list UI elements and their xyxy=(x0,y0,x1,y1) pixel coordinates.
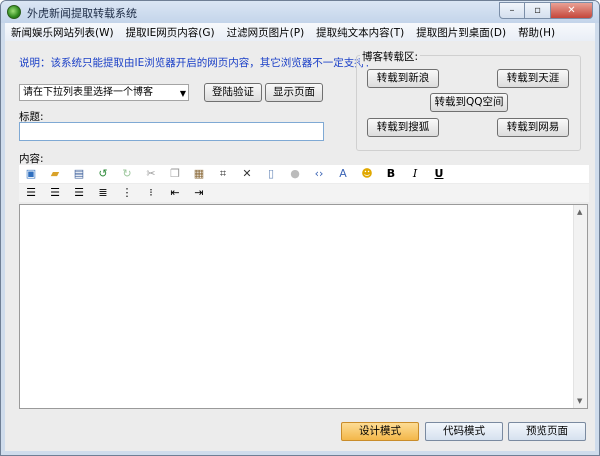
find-icon[interactable]: ▯ xyxy=(263,167,279,181)
menu-extract-text[interactable]: 提取纯文本内容(T) xyxy=(310,25,410,40)
maximize-button[interactable]: ▫ xyxy=(525,2,551,19)
reprint-qzone-button[interactable]: 转载到QQ空间 xyxy=(430,93,508,112)
html-tag-icon[interactable]: ‹› xyxy=(311,167,327,181)
cut-icon[interactable]: ✂ xyxy=(143,167,159,181)
notice-text: 说明：该系统只能提取由IE浏览器开启的网页内容，其它浏览器不一定支持！ xyxy=(19,57,376,69)
new-document-icon[interactable]: ▣ xyxy=(23,167,39,181)
select-all-icon[interactable]: ⌗ xyxy=(215,167,231,181)
copy-icon[interactable]: ❐ xyxy=(167,167,183,181)
save-icon[interactable]: ▤ xyxy=(71,167,87,181)
menu-filter-images[interactable]: 过滤网页图片(P) xyxy=(221,25,311,40)
numbered-list-icon[interactable]: ⋮ xyxy=(119,186,135,200)
reprint-group-title: 博客转载区: xyxy=(360,49,421,64)
menu-bar: 新闻娱乐网站列表(W) 提取IE网页内容(G) 过滤网页图片(P) 提取纯文本内… xyxy=(5,23,595,41)
reprint-sina-button[interactable]: 转载到新浪 xyxy=(367,69,439,88)
italic-button[interactable]: I xyxy=(407,167,423,181)
content-label: 内容: xyxy=(19,153,44,165)
blog-select-value: 请在下拉列表里选择一个博客 xyxy=(23,87,153,98)
emoticon-icon[interactable]: ☻ xyxy=(359,167,375,181)
design-mode-button[interactable]: 设计模式 xyxy=(341,422,419,441)
scroll-down-icon[interactable]: ▼ xyxy=(577,397,582,405)
menu-site-list[interactable]: 新闻娱乐网站列表(W) xyxy=(5,25,120,40)
image-icon[interactable]: ● xyxy=(287,167,303,181)
open-folder-icon[interactable]: ▰ xyxy=(47,167,63,181)
undo-icon[interactable]: ↺ xyxy=(95,167,111,181)
align-right-icon[interactable]: ☰ xyxy=(71,186,87,200)
delete-icon[interactable]: ✕ xyxy=(239,167,255,181)
menu-extract-ie[interactable]: 提取IE网页内容(G) xyxy=(120,25,221,40)
reprint-163-button[interactable]: 转载到网易 xyxy=(497,118,569,137)
indent-icon[interactable]: ⇥ xyxy=(191,186,207,200)
editor-toolbar-top: ▣ ▰ ▤ ↺ ↻ ✂ ❐ ▦ ⌗ ✕ ▯ ● ‹› A ☻ B I U xyxy=(19,165,589,183)
editor-toolbar-bottom: ☰ ☰ ☰ ≣ ⋮ ⁝ ⇤ ⇥ xyxy=(19,184,589,202)
show-page-button[interactable]: 显示页面 xyxy=(265,83,323,102)
underline-button[interactable]: U xyxy=(431,167,447,181)
reprint-sohu-button[interactable]: 转载到搜狐 xyxy=(367,118,439,137)
preview-page-button[interactable]: 预览页面 xyxy=(508,422,586,441)
align-left-icon[interactable]: ☰ xyxy=(23,186,39,200)
close-button[interactable]: ✕ xyxy=(551,2,593,19)
window-title: 外虎新闻提取转载系统 xyxy=(27,7,137,20)
bullet-list-icon[interactable]: ⁝ xyxy=(143,186,159,200)
globe-app-icon xyxy=(7,5,21,19)
title-input[interactable] xyxy=(19,122,324,141)
code-mode-button[interactable]: 代码模式 xyxy=(425,422,503,441)
font-icon[interactable]: A xyxy=(335,167,351,181)
blog-select[interactable]: 请在下拉列表里选择一个博客 ▼ xyxy=(19,84,189,101)
paste-icon[interactable]: ▦ xyxy=(191,167,207,181)
client-area: 说明：该系统只能提取由IE浏览器开启的网页内容，其它浏览器不一定支持！ 请在下拉… xyxy=(5,41,595,451)
title-bar[interactable]: 外虎新闻提取转载系统 – ▫ ✕ xyxy=(1,1,599,23)
login-verify-button[interactable]: 登陆验证 xyxy=(204,83,262,102)
scroll-up-icon[interactable]: ▲ xyxy=(577,208,582,216)
menu-help[interactable]: 帮助(H) xyxy=(512,25,561,40)
main-window: 外虎新闻提取转载系统 – ▫ ✕ 新闻娱乐网站列表(W) 提取IE网页内容(G)… xyxy=(0,0,600,456)
content-editor[interactable]: ▲ ▼ xyxy=(19,204,588,409)
outdent-icon[interactable]: ⇤ xyxy=(167,186,183,200)
reprint-tianya-button[interactable]: 转载到天涯 xyxy=(497,69,569,88)
minimize-button[interactable]: – xyxy=(499,2,525,19)
editor-scrollbar[interactable]: ▲ ▼ xyxy=(573,205,587,408)
menu-images-desktop[interactable]: 提取图片到桌面(D) xyxy=(410,25,512,40)
align-center-icon[interactable]: ☰ xyxy=(47,186,63,200)
redo-icon[interactable]: ↻ xyxy=(119,167,135,181)
justify-icon[interactable]: ≣ xyxy=(95,186,111,200)
bold-button[interactable]: B xyxy=(383,167,399,181)
dropdown-arrow-icon[interactable]: ▼ xyxy=(180,87,186,100)
